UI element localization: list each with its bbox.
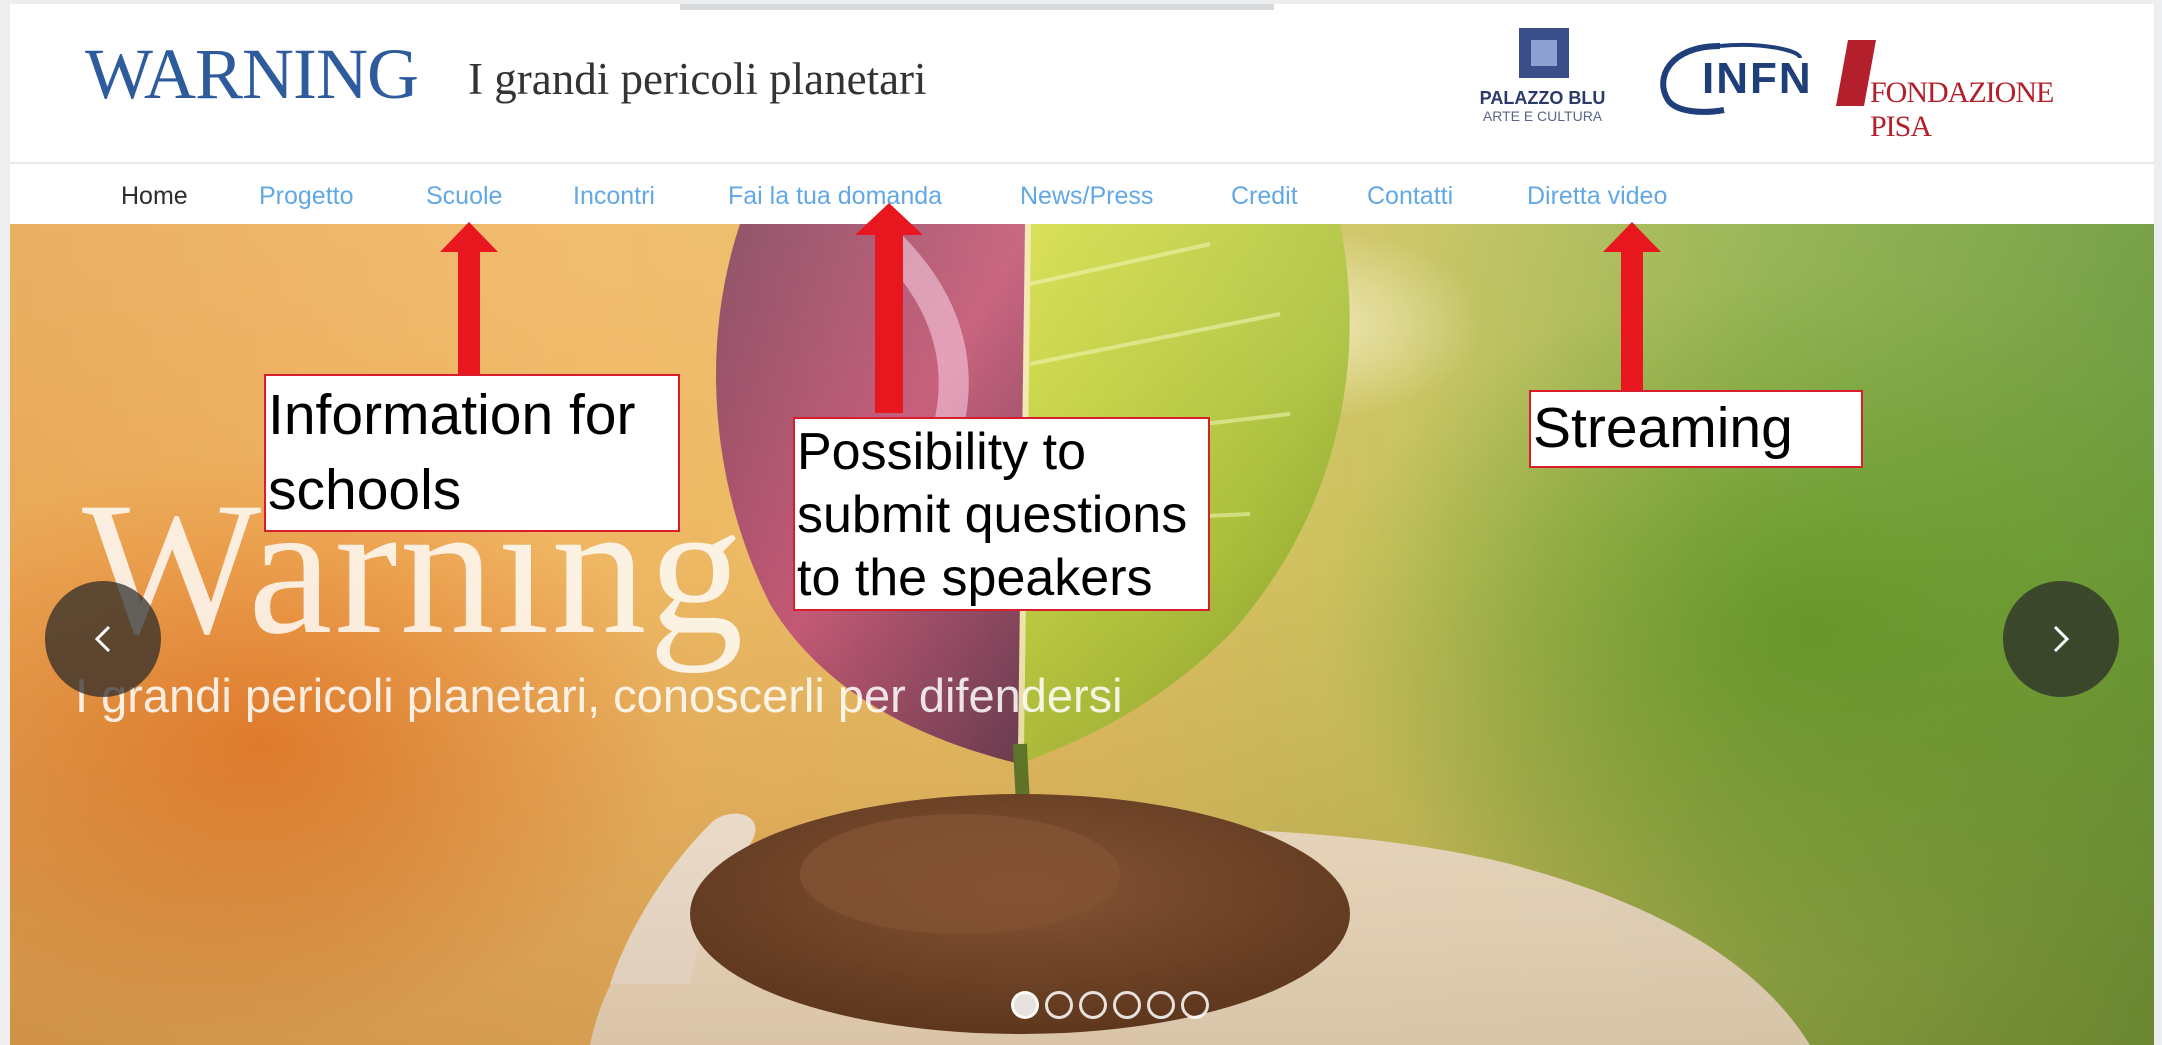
carousel-dot[interactable] [1181, 991, 1209, 1019]
carousel-dot[interactable] [1147, 991, 1175, 1019]
nav-contatti[interactable]: Contatti [1367, 182, 1453, 211]
page: WARNING I grandi pericoli planetari PALA… [0, 0, 2162, 1045]
annotation-schools-line: schools [268, 458, 462, 522]
nav-home[interactable]: Home [121, 182, 188, 211]
annotation-arrow-up-icon [855, 203, 923, 413]
main-nav: Home Progetto Scuole Incontri Fai la tua… [10, 162, 2154, 224]
nav-scuole[interactable]: Scuole [426, 182, 502, 211]
site-header: WARNING I grandi pericoli planetari PALA… [10, 4, 2154, 162]
carousel-next-button[interactable] [2003, 581, 2119, 697]
fondazione-pisa-text: FONDAZIONE PISA [1870, 76, 2054, 143]
carousel-dot[interactable] [1079, 991, 1107, 1019]
annotation-questions-line: submit questions [797, 486, 1188, 544]
nav-credit[interactable]: Credit [1231, 182, 1298, 211]
hero-subtitle: I grandi pericoli planetari, conoscerli … [75, 669, 1123, 722]
annotation-arrow-up-icon [1603, 222, 1661, 392]
carousel-dot[interactable] [1113, 991, 1141, 1019]
carousel-dot[interactable] [1011, 991, 1039, 1019]
palazzo-blu-caption: ARTE E CULTURA [1482, 108, 1603, 124]
nav-progetto[interactable]: Progetto [259, 182, 354, 211]
nav-news-press[interactable]: News/Press [1020, 182, 1153, 211]
chevron-right-icon [2053, 625, 2070, 653]
palazzo-blu-logo[interactable]: PALAZZO BLU ARTE E CULTURA [1470, 26, 1615, 136]
carousel-indicators [1011, 991, 1215, 1023]
chevron-left-icon [94, 625, 111, 653]
infn-logo[interactable]: INFN [1650, 38, 1813, 118]
site-logo[interactable]: WARNING [85, 34, 419, 114]
header-top-strip [680, 4, 1274, 10]
annotation-questions-line: Possibility to [797, 423, 1086, 481]
nav-diretta-video[interactable]: Diretta video [1527, 182, 1667, 211]
annotation-questions-line: to the speakers [797, 549, 1153, 607]
nav-incontri[interactable]: Incontri [573, 182, 655, 211]
infn-logo-text: INFN [1702, 54, 1813, 103]
fondazione-pisa-logo[interactable]: FONDAZIONE PISA [1836, 38, 2076, 143]
carousel-dot[interactable] [1045, 991, 1073, 1019]
annotation-streaming: Streaming [1529, 390, 1863, 468]
sponsor-logos: PALAZZO BLU ARTE E CULTURA INFN FONDAZIO… [1470, 26, 2090, 143]
site-tagline: I grandi pericoli planetari [468, 54, 927, 104]
annotation-schools: Information for schools [264, 374, 680, 532]
annotation-arrow-up-icon [440, 222, 498, 387]
palazzo-blu-name: PALAZZO BLU [1479, 88, 1606, 108]
carousel-prev-button[interactable] [45, 581, 161, 697]
palazzo-blu-mark-icon [1519, 28, 1569, 78]
hero-carousel: Warning I grandi pericoli planetari, con… [10, 224, 2154, 1045]
annotation-schools-line: Information for [268, 383, 636, 447]
annotation-questions: Possibility to submit questions to the s… [793, 417, 1210, 611]
